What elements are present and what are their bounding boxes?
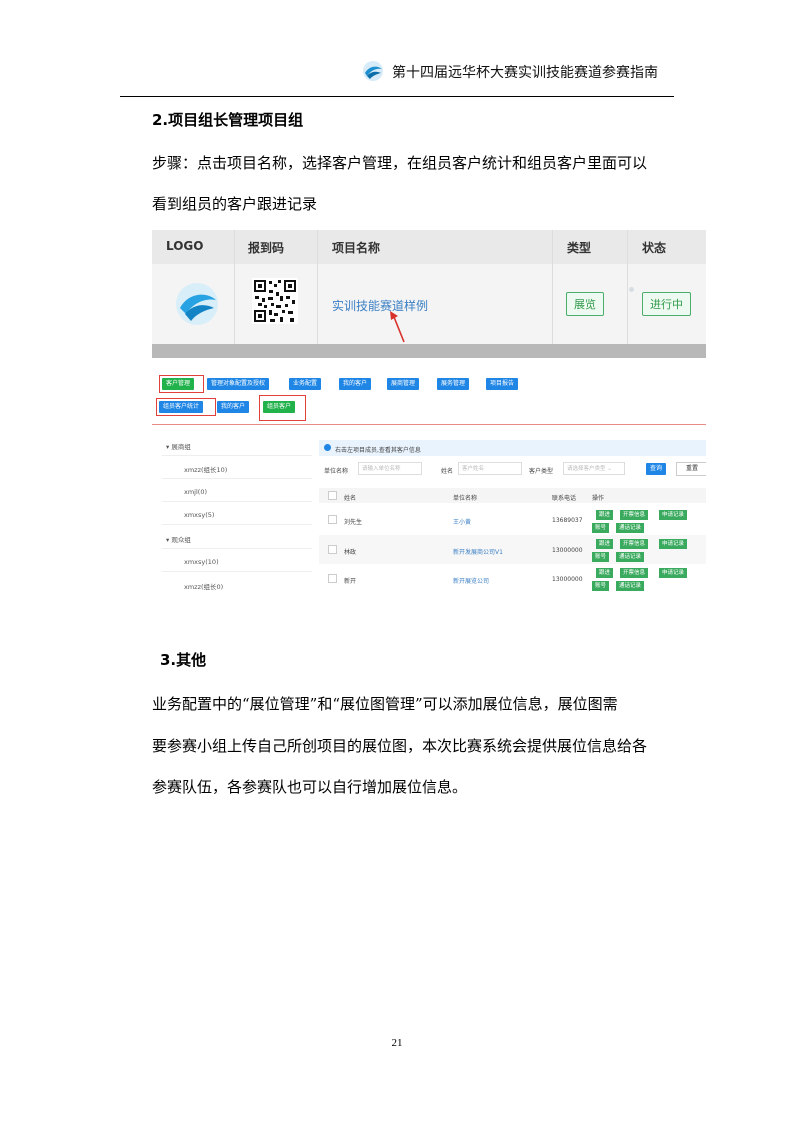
divider-line: [152, 424, 706, 425]
tab-business-config[interactable]: 业务配置: [289, 378, 322, 390]
row-name: 刘先生: [344, 519, 363, 526]
annotation-arrow-icon: [384, 308, 410, 348]
col-divider: [317, 230, 318, 344]
col-name: 姓名: [344, 495, 357, 502]
row-name: 新开: [344, 578, 357, 585]
tree-item[interactable]: xmjl(0): [184, 488, 207, 496]
page-number: 21: [391, 1037, 403, 1049]
name-label: 姓名: [441, 468, 454, 475]
guide-logo-icon: [362, 60, 384, 82]
tab-my-customers[interactable]: 我的客户: [339, 378, 372, 390]
scrollbar-strip: [152, 344, 706, 358]
apply-record-button[interactable]: 申请记录: [659, 539, 688, 549]
col-divider: [552, 230, 553, 344]
type-select[interactable]: 请选择客户类型 ⌄: [563, 462, 625, 475]
unit-label: 单位名称: [324, 468, 349, 475]
project-logo-icon: [174, 281, 220, 331]
highlight-box: [159, 375, 204, 393]
row-phone: 13689037: [552, 517, 583, 524]
invoice-info-button[interactable]: 开票信息: [620, 539, 649, 549]
col-checkin-code: 报到码: [248, 241, 285, 255]
name-input[interactable]: 客户姓名: [458, 462, 522, 475]
section-2-para-line1: 步骤：点击项目名称，选择客户管理，在组员客户统计和组员客户里面可以: [152, 154, 648, 172]
apply-record-button[interactable]: 申请记录: [659, 568, 688, 578]
row-phone: 13000000: [552, 547, 583, 554]
section-3-line2: 要参赛小组上传自己所创项目的展位图，本次比赛系统会提供展位信息给各: [152, 737, 648, 755]
row-checkbox[interactable]: [328, 515, 337, 524]
tree-item[interactable]: xmzz(组长0): [184, 581, 223, 591]
reset-button[interactable]: 重置: [676, 462, 706, 476]
col-divider: [627, 230, 628, 344]
header-rule: [120, 96, 674, 97]
table-header: LOGO 报到码 项目名称 类型 状态: [152, 230, 706, 264]
col-status: 状态: [642, 241, 667, 255]
tree-divider: [162, 501, 312, 502]
follow-up-button[interactable]: 跟进: [596, 539, 614, 549]
tab-exhibitor-management[interactable]: 展商管理: [387, 378, 420, 390]
status-in-progress-button[interactable]: 进行中: [642, 292, 691, 316]
type-label: 客户类型: [529, 468, 554, 475]
tree-group-audience[interactable]: ▾ 观众组: [166, 534, 191, 544]
row-unit-link[interactable]: 新开发展商公司V1: [453, 547, 503, 556]
tree-divider: [162, 455, 312, 456]
status-dot: [629, 287, 634, 292]
row-unit-link[interactable]: 王小黄: [453, 517, 471, 526]
section-3-title: 3.其他: [160, 651, 207, 669]
tree-divider: [162, 478, 312, 479]
account-button[interactable]: 账号: [592, 581, 610, 591]
col-actions: 操作: [592, 495, 605, 502]
qr-code-icon: [252, 278, 298, 328]
col-divider: [234, 230, 235, 344]
call-record-button[interactable]: 通话记录: [616, 552, 645, 562]
apply-record-button[interactable]: 申请记录: [659, 510, 688, 520]
tree-item[interactable]: xmzz(组长10): [184, 464, 227, 474]
highlight-box: [156, 398, 216, 416]
section-2-title: 2.项目组长管理项目组: [152, 111, 304, 129]
table-row[interactable]: 实训技能赛道样例 展览 进行中: [152, 264, 706, 344]
row-unit-link[interactable]: 新开展览公司: [453, 576, 489, 585]
section-3-line1: 业务配置中的“展位管理”和“展位图管理”可以添加展位信息，展位图需: [152, 695, 618, 713]
col-phone: 联系电话: [552, 495, 577, 502]
tree-item[interactable]: xmxsy(5): [184, 511, 214, 519]
tree-divider: [162, 524, 312, 525]
header-title: 第十四届远华杯大赛实训技能赛道参赛指南: [392, 65, 658, 81]
type-exhibition-button[interactable]: 展览: [566, 292, 604, 316]
invoice-info-button[interactable]: 开票信息: [620, 568, 649, 578]
tree-group-exhibitors[interactable]: ▾ 展商组: [166, 441, 191, 451]
account-button[interactable]: 账号: [592, 552, 610, 562]
section-3-line3: 参赛队伍，各参赛队也可以自行增加展位信息。: [152, 778, 468, 796]
tab-object-config[interactable]: 管理对象配置及授权: [207, 378, 270, 390]
project-name-link[interactable]: 实训技能赛道样例: [332, 297, 428, 314]
query-button[interactable]: 查询: [646, 463, 667, 475]
follow-up-button[interactable]: 跟进: [596, 568, 614, 578]
notice-text: 右击左项目成员,查看其客户信息: [335, 447, 421, 454]
row-checkbox[interactable]: [328, 545, 337, 554]
row-phone: 13000000: [552, 576, 583, 583]
account-button[interactable]: 账号: [592, 523, 610, 533]
highlight-box: [259, 395, 306, 421]
table-header: [319, 488, 706, 503]
col-unit: 单位名称: [453, 495, 478, 502]
col-type: 类型: [567, 241, 592, 255]
tree-divider: [162, 571, 312, 572]
invoice-info-button[interactable]: 开票信息: [620, 510, 649, 520]
tab-my-customers-2[interactable]: 我的客户: [217, 401, 250, 413]
col-logo: LOGO: [166, 239, 204, 253]
tree-divider: [162, 548, 312, 549]
call-record-button[interactable]: 通话记录: [616, 523, 645, 533]
call-record-button[interactable]: 通话记录: [616, 581, 645, 591]
info-icon: [324, 444, 331, 451]
col-project-name: 项目名称: [332, 241, 381, 255]
tab-exhibition-affairs[interactable]: 展务管理: [437, 378, 470, 390]
row-name: 林政: [344, 549, 357, 556]
unit-input[interactable]: 请输入单位名称: [358, 462, 422, 475]
follow-up-button[interactable]: 跟进: [596, 510, 614, 520]
tree-item[interactable]: xmxsy(10): [184, 558, 219, 566]
customer-management-screenshot: 客户管理 管理对象配置及授权 业务配置 我的客户 展商管理 展务管理 项目报告 …: [152, 370, 706, 593]
project-list-screenshot: LOGO 报到码 项目名称 类型 状态 实训技能赛道样例 展览 进行中: [152, 230, 706, 358]
row-checkbox[interactable]: [328, 574, 337, 583]
tab-project-report[interactable]: 项目报告: [486, 378, 519, 390]
select-all-checkbox[interactable]: [328, 491, 337, 500]
section-2-para-line2: 看到组员的客户跟进记录: [152, 195, 318, 213]
